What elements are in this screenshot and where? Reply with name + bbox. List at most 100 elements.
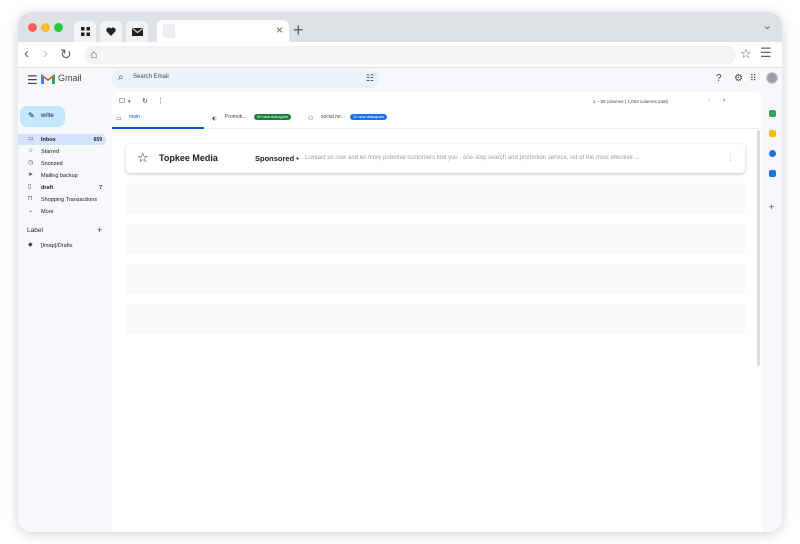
next-page-icon[interactable]: › xyxy=(723,97,725,104)
loading-placeholder-row xyxy=(126,264,745,294)
browser-toolbar: ‹ › ↻ ⌂ ☆ ☰ xyxy=(18,42,782,68)
send-icon: ➤ xyxy=(28,172,34,178)
sidebar-item-more[interactable]: ⌄ More xyxy=(18,206,106,217)
tasks-icon[interactable] xyxy=(769,150,776,157)
new-tab-button[interactable]: + xyxy=(293,20,304,41)
maximize-window-button[interactable] xyxy=(54,23,63,32)
sponsored-label: Sponsored xyxy=(255,154,295,163)
address-bar[interactable]: ⌂ xyxy=(84,46,736,64)
prev-page-icon[interactable]: ‹ xyxy=(708,97,710,104)
tab-label: social ne... xyxy=(321,114,345,120)
sidebar-item-starred[interactable]: ☆ Starred xyxy=(18,146,106,157)
envelope-icon xyxy=(131,27,143,36)
clock-icon: ◷ xyxy=(28,160,34,166)
file-icon: ▯ xyxy=(28,184,32,190)
more-options-icon[interactable]: ⋮ xyxy=(726,152,735,163)
minimize-window-button[interactable] xyxy=(41,23,50,32)
forward-arrow-icon[interactable]: › xyxy=(43,45,48,62)
sidebar-item-mailing-backup[interactable]: ➤ Mailing backup xyxy=(18,170,106,181)
separator-dot: • xyxy=(296,154,299,163)
browser-menu-icon[interactable]: ☰ xyxy=(760,45,772,61)
compose-button[interactable]: ✎ write xyxy=(20,106,65,127)
heart-icon xyxy=(106,27,116,36)
message-sender: Topkee Media xyxy=(159,153,218,163)
gmail-logo-icon xyxy=(41,74,55,84)
add-label-icon[interactable]: + xyxy=(97,225,102,235)
inbox-icon: ▭ xyxy=(116,116,122,122)
select-dropdown-icon[interactable]: ▾ xyxy=(128,99,131,105)
search-icon[interactable]: ⌕ xyxy=(118,72,124,83)
sponsored-message-row[interactable]: ☆ Topkee Media Sponsored • Contact us no… xyxy=(126,144,745,173)
labels-heading: Label xyxy=(27,227,43,234)
apps-tab[interactable] xyxy=(74,21,96,42)
loading-placeholder-row xyxy=(126,304,745,334)
sidebar-item-label: Shopping Transactions xyxy=(41,197,97,203)
sidebar-item-label: Snoozed xyxy=(41,161,63,167)
loading-placeholder-row xyxy=(126,184,745,214)
new-count-badge: 11 new dialogues xyxy=(350,114,387,120)
tab-label: main xyxy=(129,114,140,120)
add-addon-icon[interactable]: + xyxy=(769,202,774,212)
sidebar-item-draft[interactable]: ▯ draft 7 xyxy=(18,182,106,193)
star-icon: ☆ xyxy=(28,148,34,154)
loading-placeholder-row xyxy=(126,224,745,254)
inbox-icon: ▭ xyxy=(28,136,34,142)
sidebar-item-label: [Imap]/Drafts xyxy=(41,243,73,249)
browser-tab-bar: × + ⌄ xyxy=(18,12,782,42)
category-tabs: ▭ main ⬖ Promoti... 50 new dialogues ⚇ s… xyxy=(112,109,762,129)
sidebar-item-shopping-transactions[interactable]: ⊓ Shopping Transactions xyxy=(18,194,106,205)
contacts-icon[interactable] xyxy=(769,170,776,177)
gmail-header: ☰ Gmail ⌕ Search Email ☷ ? ⚙ ⠿ xyxy=(18,68,782,92)
tag-icon: ⬖ xyxy=(212,116,217,122)
back-arrow-icon[interactable]: ‹ xyxy=(24,45,29,62)
sheets-icon[interactable] xyxy=(769,110,776,117)
sidebar-item-label: More xyxy=(41,209,54,215)
sidebar-item-imap-drafts[interactable]: ◆ [Imap]/Drafts xyxy=(18,240,106,251)
pagination-text: 1 – 50 columns ( 1,062 columns total) xyxy=(593,99,669,104)
gear-icon[interactable]: ⚙ xyxy=(734,73,743,84)
message-snippet: Contact us now and let more potential cu… xyxy=(305,155,640,161)
star-icon[interactable]: ☆ xyxy=(137,150,149,166)
reload-icon[interactable]: ↻ xyxy=(60,46,72,63)
sponsored-tag: Sponsored • xyxy=(255,154,299,163)
mail-list-panel: ☐ ▾ ↻ ⋮ 1 – 50 columns ( 1,062 columns t… xyxy=(112,92,762,532)
sidebar-item-inbox[interactable]: ▭ Inbox 659 xyxy=(18,134,106,145)
tab-list-chevron-icon[interactable]: ⌄ xyxy=(763,19,772,32)
bag-icon: ⊓ xyxy=(28,196,33,202)
sidebar-item-count: 659 xyxy=(93,137,102,143)
select-all-checkbox[interactable]: ☐ xyxy=(119,97,125,105)
sidebar-item-count: 7 xyxy=(99,185,102,191)
gmail-wordmark: Gmail xyxy=(58,73,82,83)
more-options-icon[interactable]: ⋮ xyxy=(157,97,164,105)
mail-tab[interactable] xyxy=(126,21,148,42)
pencil-icon: ✎ xyxy=(28,111,35,120)
tab-main[interactable]: ▭ main xyxy=(112,109,204,129)
favorite-tab[interactable] xyxy=(100,21,122,42)
browser-window: × + ⌄ ‹ › ↻ ⌂ ☆ ☰ ☰ Gmail ⌕ Search Email… xyxy=(18,12,782,532)
tab-promotions[interactable]: ⬖ Promoti... 50 new dialogues xyxy=(208,109,300,128)
sidebar-item-label: Starred xyxy=(41,149,60,155)
sidebar-item-label: Mailing backup xyxy=(41,173,78,179)
close-window-button[interactable] xyxy=(28,23,37,32)
search-input[interactable]: Search Email xyxy=(133,74,169,80)
active-browser-tab[interactable]: × xyxy=(157,20,289,42)
sidebar-item-label: draft xyxy=(41,185,54,191)
search-bar[interactable]: ⌕ Search Email ☷ xyxy=(112,70,380,88)
avatar[interactable] xyxy=(766,72,778,84)
bookmark-star-icon[interactable]: ☆ xyxy=(740,46,752,62)
search-options-icon[interactable]: ☷ xyxy=(366,73,374,84)
sidebar-item-label: Inbox xyxy=(41,137,56,143)
tab-social[interactable]: ⚇ social ne... 11 new dialogues xyxy=(304,109,396,128)
scrollbar[interactable] xyxy=(757,130,760,366)
refresh-icon[interactable]: ↻ xyxy=(142,97,148,105)
sidebar-item-snoozed[interactable]: ◷ Snoozed xyxy=(18,158,106,169)
home-icon[interactable]: ⌂ xyxy=(90,47,97,61)
grid-icon xyxy=(80,27,90,36)
main-menu-icon[interactable]: ☰ xyxy=(27,73,38,87)
tab-close-icon[interactable]: × xyxy=(276,23,283,37)
keep-icon[interactable] xyxy=(769,130,776,137)
people-icon: ⚇ xyxy=(308,116,314,122)
help-icon[interactable]: ? xyxy=(716,73,722,84)
tab-favicon xyxy=(163,24,175,38)
apps-grid-icon[interactable]: ⠿ xyxy=(750,73,757,84)
